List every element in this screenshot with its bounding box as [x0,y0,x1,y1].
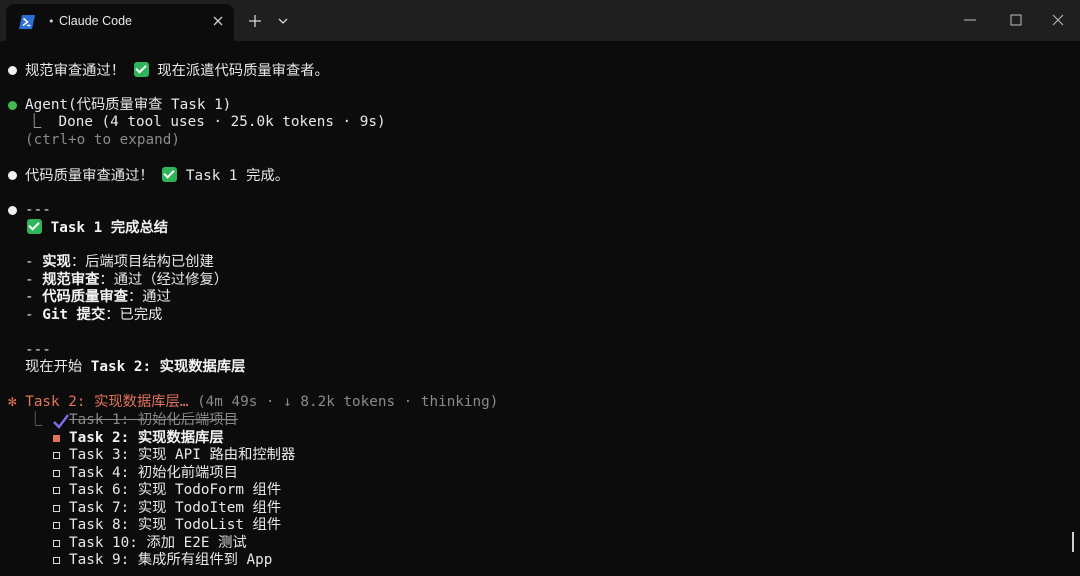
summary-heading: Task 1 完成总结 [27,219,168,237]
task-item: Task 4: 初始化前端项目 [69,464,238,481]
checkmark-icon [53,414,69,429]
task-item: Task 10: 添加 E2E 测试 [69,534,247,551]
terminal-output[interactable]: 规范审查通过！ 现在派遣代码质量审查者。 Agent(代码质量审查 Task 1… [0,41,1080,576]
task-pending-icon [53,469,60,477]
task-item: Task 8: 实现 TodoList 组件 [69,517,282,533]
task-item: Task 7: 实现 TodoItem 组件 [69,499,282,516]
task-item: Task 9: 集成所有组件到 App [69,552,273,568]
maximize-icon[interactable] [1008,12,1024,28]
tab-modified-dot: • [48,15,55,28]
agent-line: Agent(代码质量审查 Task 1) [25,97,232,113]
message-bullet [8,171,17,180]
summary-item: - Git 提交：已完成 [25,307,163,323]
task-pending-icon [53,452,60,459]
expand-hint[interactable]: (ctrl+o to expand) [25,132,180,150]
summary-item: - 代码质量审查：通过 [25,289,171,305]
minimize-icon[interactable] [962,12,978,28]
task-item: Task 3: 实现 API 路由和控制器 [69,447,296,463]
check-icon [27,219,42,234]
chevron-down-icon[interactable] [274,12,292,30]
task-pending-icon [53,539,60,547]
check-icon [133,62,149,77]
check-icon [162,167,178,182]
close-window-icon[interactable] [1050,12,1066,28]
active-task-line: ✻ Task 2: 实现数据库层… (4m 49s · ↓ 8.2k token… [8,394,499,410]
powershell-icon [19,15,35,29]
new-tab-icon[interactable] [246,12,264,30]
task-pending-icon [53,487,60,494]
message-bullet [8,206,17,215]
summary-item: - 实现：后端项目结构已创建 [25,254,214,270]
close-tab-icon[interactable] [209,12,227,30]
task-pending-icon [53,504,60,512]
tab-claude-code[interactable]: • Claude Code [6,4,234,41]
task-in-progress-icon [53,434,60,442]
summary-item: - 规范审查：通过（经过修复） [25,272,229,288]
output-line: 规范审查通过！ 现在派遣代码质量审查者。 [25,62,329,79]
message-bullet [8,66,17,75]
title-bar: • Claude Code [0,0,1080,41]
agent-status-bullet [8,101,17,110]
task-item: Task 6: 实现 TodoForm 组件 [69,482,282,498]
scrollbar-thumb[interactable] [1072,532,1074,552]
task-item: Task 1: 初始化后端项目 [69,412,238,428]
output-line: 代码质量审查通过！ Task 1 完成。 [25,167,290,184]
tab-title: Claude Code [59,14,132,28]
divider-text: --- [25,342,51,358]
task-pending-icon [53,522,60,529]
tree-corner: ⎿ [28,412,43,428]
spinner-star-icon: ✻ [8,394,17,410]
task-pending-icon [53,557,60,564]
task-item: Task 2: 实现数据库层 [69,429,224,446]
divider-text: --- [25,202,51,218]
agent-result-line: ⎿ Done (4 tool uses · 25.0k tokens · 9s) [27,114,386,130]
next-task-line: 现在开始 Task 2: 实现数据库层 [25,359,246,375]
